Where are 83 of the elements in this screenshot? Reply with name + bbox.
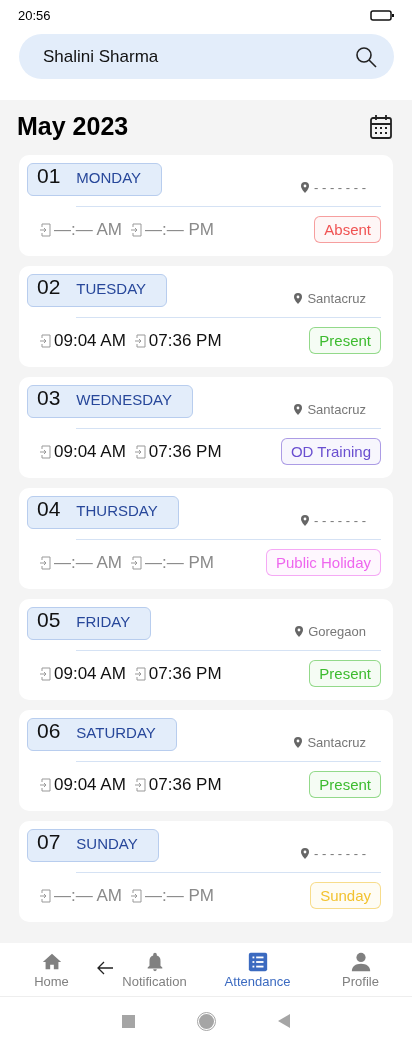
login-icon: [130, 222, 142, 237]
location-pin-icon: [301, 182, 309, 193]
location-text: - - - - - - -: [314, 180, 366, 195]
status-tag: Present: [309, 771, 381, 798]
status-tag: Public Holiday: [265, 549, 381, 576]
status-tag: Present: [309, 660, 381, 687]
status-tag: Sunday: [310, 882, 381, 909]
check-in-time: —:— AM: [54, 552, 122, 573]
check-out-time: 07:36 PM: [148, 441, 222, 462]
check-out-time: 07:36 PM: [148, 774, 222, 795]
search-field[interactable]: Shalini Sharma: [19, 34, 394, 79]
check-out-time: 07:36 PM: [148, 330, 222, 351]
login-icon: [39, 222, 51, 237]
status-time: 20:56: [18, 7, 51, 23]
day-card[interactable]: 05 FRIDAY Goregaon 09:04 AM 07:36 PM Present: [19, 599, 393, 700]
login-icon: [133, 333, 146, 348]
location-text: - - - - - - -: [314, 513, 366, 528]
check-in-time: 09:04 AM: [54, 663, 126, 684]
nav-tab[interactable]: Home: [0, 943, 103, 996]
check-out-time: —:— PM: [145, 552, 214, 573]
person-icon: [349, 950, 372, 973]
nav-tab[interactable]: Notification: [103, 943, 206, 996]
weekday: SUNDAY: [76, 835, 138, 852]
location-pin-icon: [301, 515, 309, 526]
back-arrow-icon[interactable]: [96, 961, 114, 975]
battery-icon: [370, 9, 394, 21]
location-text: - - - - - - -: [314, 846, 366, 861]
location-pin-icon: [301, 848, 309, 859]
check-in-time: —:— AM: [54, 885, 122, 906]
location-text: Santacruz: [307, 402, 366, 417]
search-icon[interactable]: [355, 45, 377, 68]
date-number: 02: [37, 275, 61, 299]
check-in-time: —:— AM: [54, 219, 122, 240]
login-icon: [130, 555, 142, 570]
login-icon: [133, 444, 146, 459]
nav-tab[interactable]: Attendance: [206, 943, 309, 996]
day-card[interactable]: 04 THURSDAY - - - - - - - —:— AM —:— PM Public Holiday: [19, 488, 393, 589]
location-text: Santacruz: [307, 291, 366, 306]
day-card[interactable]: 07 SUNDAY - - - - - - - —:— AM —:— PM Sunday: [19, 821, 393, 922]
calendar-icon[interactable]: [369, 113, 393, 140]
weekday: MONDAY: [76, 169, 142, 186]
location-pin-icon: [294, 737, 303, 748]
date-number: 04: [37, 497, 61, 521]
day-card[interactable]: 02 TUESDAY Santacruz 09:04 AM 07:36 PM Present: [19, 266, 393, 367]
date-number: 05: [37, 608, 61, 632]
login-icon: [39, 666, 51, 681]
day-card[interactable]: 06 SATURDAY Santacruz 09:04 AM 07:36 PM Present: [19, 710, 393, 811]
list-icon: [246, 950, 269, 973]
login-icon: [133, 777, 146, 792]
check-in-time: 09:04 AM: [54, 330, 126, 351]
date-number: 03: [37, 386, 61, 410]
login-icon: [39, 777, 51, 792]
location-text: Goregaon: [308, 624, 366, 639]
login-icon: [39, 333, 51, 348]
weekday: THURSDAY: [76, 502, 158, 519]
login-icon: [133, 666, 146, 681]
location-pin-icon: [295, 626, 304, 637]
check-out-time: 07:36 PM: [148, 663, 222, 684]
weekday: WEDNESDAY: [76, 391, 172, 408]
check-in-time: 09:04 AM: [54, 441, 126, 462]
location-text: Santacruz: [307, 735, 366, 750]
login-icon: [39, 444, 51, 459]
status-tag: OD Training: [280, 438, 381, 465]
login-icon: [39, 555, 51, 570]
check-out-time: —:— PM: [145, 219, 214, 240]
day-card[interactable]: 01 MONDAY - - - - - - - —:— AM —:— PM Absent: [19, 155, 393, 256]
date-number: 01: [37, 164, 61, 188]
nav-tab[interactable]: Profile: [309, 943, 412, 996]
month-title: May 2023: [17, 112, 129, 141]
location-pin-icon: [294, 404, 303, 415]
check-in-time: 09:04 AM: [54, 774, 126, 795]
weekday: SATURDAY: [76, 724, 156, 741]
date-number: 07: [37, 830, 61, 854]
login-icon: [39, 888, 51, 903]
status-tag: Present: [309, 327, 381, 354]
status-tag: Absent: [314, 216, 381, 243]
weekday: TUESDAY: [76, 280, 147, 297]
day-card[interactable]: 03 WEDNESDAY Santacruz 09:04 AM 07:36 PM OD Training: [19, 377, 393, 478]
login-icon: [130, 888, 142, 903]
location-pin-icon: [294, 293, 303, 304]
weekday: FRIDAY: [76, 613, 131, 630]
check-out-time: —:— PM: [145, 885, 214, 906]
date-number: 06: [37, 719, 61, 743]
